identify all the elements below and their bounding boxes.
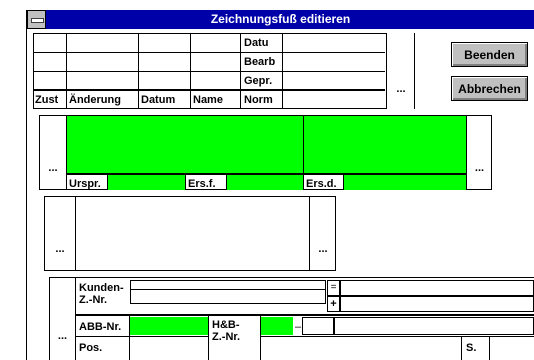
aenderung-header: Änderung — [69, 94, 121, 106]
kunden-label-text: Kunden- Z.-Nr. — [79, 282, 124, 306]
revision-more-button[interactable]: ... — [388, 83, 414, 95]
abb-label: ABB-Nr. — [79, 321, 122, 333]
hb-right-field[interactable] — [334, 317, 534, 335]
pos-label: Pos. — [79, 342, 103, 354]
abbrechen-button[interactable]: Abbrechen — [451, 76, 528, 101]
origin-green-field-left[interactable] — [67, 116, 303, 173]
notes-right-more-button[interactable]: ... — [310, 243, 336, 255]
notes-left-more-button[interactable]: ... — [45, 243, 75, 255]
bearb-value-field[interactable] — [283, 53, 386, 71]
ersf-field[interactable] — [227, 175, 303, 190]
datum-header: Datum — [141, 94, 176, 106]
pos-right-field[interactable] — [261, 337, 461, 360]
date-value-field[interactable] — [283, 34, 386, 52]
pos-field[interactable] — [130, 337, 208, 360]
title-bar: Zeichnungsfuß editieren — [27, 10, 534, 29]
norm-value-field[interactable] — [283, 91, 386, 108]
revision-cell[interactable] — [34, 34, 66, 52]
origin-green-field-right[interactable] — [304, 116, 466, 173]
hb-field[interactable] — [261, 317, 293, 335]
eq-toggle[interactable]: = — [327, 280, 340, 296]
plus-toggle[interactable]: + — [327, 296, 340, 312]
norm-label: Norm — [244, 94, 273, 106]
bearb-label: Bearb — [244, 56, 276, 68]
eq-symbol: = — [330, 282, 337, 293]
beenden-label: Beenden — [464, 48, 515, 62]
urspr-field[interactable] — [108, 175, 185, 190]
plus-symbol: + — [330, 298, 337, 310]
window-title: Zeichnungsfuß editieren — [210, 12, 351, 26]
ersd-label: Ers.d. — [306, 178, 337, 190]
origin-left-more-button[interactable]: ... — [40, 162, 66, 174]
kunden-field-bottom[interactable] — [130, 289, 326, 304]
notes-field[interactable] — [76, 197, 309, 270]
hb-suffix-field[interactable] — [302, 317, 334, 335]
ersd-field[interactable] — [344, 175, 466, 190]
zust-header: Zust — [35, 94, 59, 106]
dash-symbol: – — [295, 321, 302, 333]
name-header: Name — [193, 94, 223, 106]
gepr-value-field[interactable] — [283, 72, 386, 89]
sheet-field[interactable] — [490, 337, 534, 360]
abb-field[interactable] — [130, 317, 208, 335]
customer-more-button[interactable]: ... — [50, 330, 75, 342]
system-menu-icon[interactable] — [27, 10, 46, 29]
abbrechen-label: Abbrechen — [458, 82, 521, 96]
revision-cell[interactable] — [139, 34, 190, 52]
hb-label-text: H&B- Z.-Nr. — [212, 319, 241, 343]
hb-label: H&B- Z.-Nr. — [212, 319, 240, 343]
ersf-label: Ers.f. — [188, 178, 216, 190]
urspr-label: Urspr. — [69, 178, 101, 190]
kunden-right-field-bottom[interactable] — [340, 296, 534, 312]
s-label: S. — [466, 342, 477, 354]
beenden-button[interactable]: Beenden — [451, 42, 528, 67]
revision-cell[interactable] — [191, 34, 240, 52]
datu-label: Datu — [244, 37, 269, 49]
revision-cell[interactable] — [67, 34, 138, 52]
origin-right-more-button[interactable]: ... — [467, 162, 492, 174]
kunden-label: Kunden- Z.-Nr. — [79, 282, 124, 306]
gepr-label: Gepr. — [244, 75, 273, 87]
kunden-right-field-top[interactable] — [340, 280, 534, 296]
